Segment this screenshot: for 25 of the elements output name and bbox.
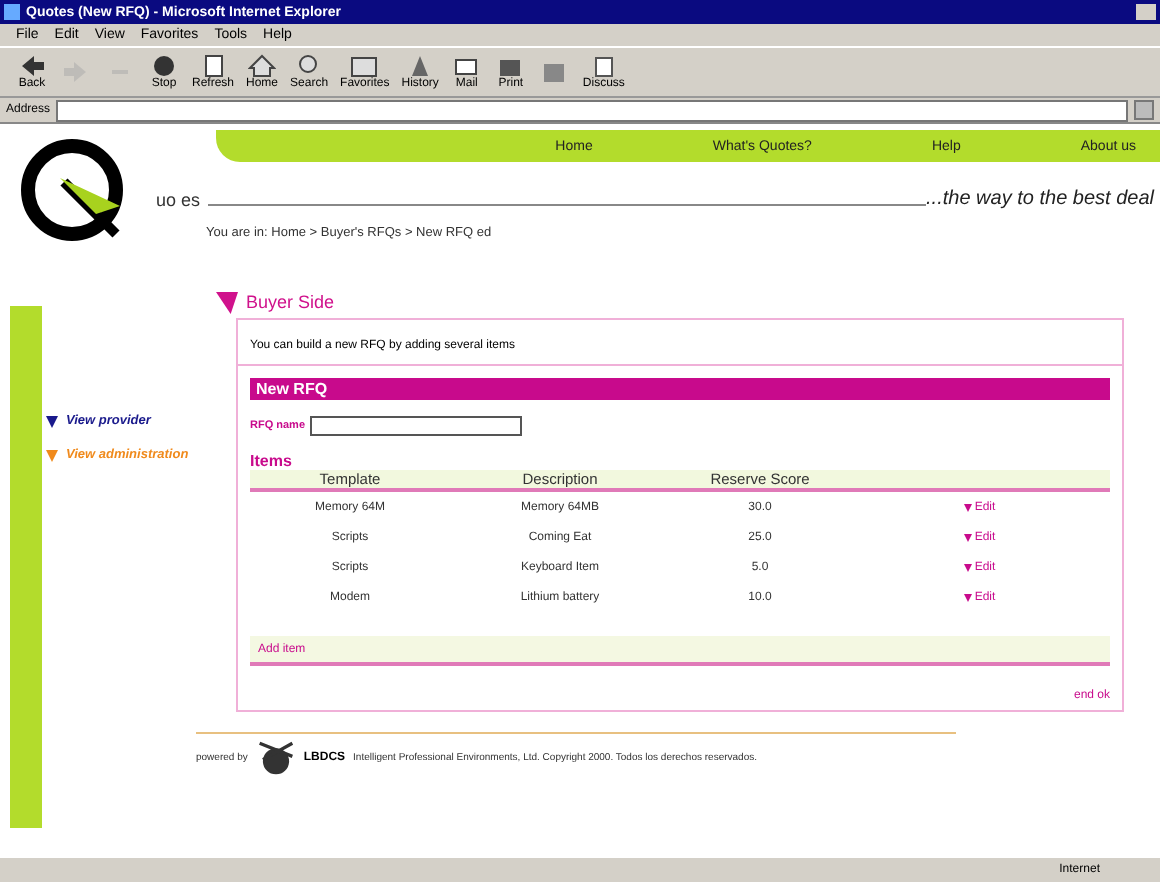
browser-icon [4, 4, 20, 20]
toolbar-icon [540, 60, 569, 84]
triangle-icon [216, 291, 238, 313]
form-title: New RFQ [250, 378, 1110, 400]
items-title: Items [250, 452, 294, 470]
toolbar-icon [589, 54, 618, 78]
printer-icon [496, 54, 525, 78]
toolbar-icon [199, 54, 227, 78]
arrow-icon [18, 54, 46, 78]
rfq-name-field[interactable] [309, 416, 522, 436]
company-logo-icon [255, 740, 296, 776]
tagline: ...the way to the best deal [926, 188, 1157, 210]
triangle-icon [964, 563, 973, 571]
triangle-icon [46, 415, 58, 427]
logo-text: uo es [156, 190, 201, 210]
triangle-icon [964, 503, 973, 511]
address-field[interactable] [56, 99, 1128, 121]
toolbar-icon [150, 54, 178, 78]
home-icon [248, 54, 277, 78]
triangle-icon [46, 449, 58, 461]
triangle-icon [964, 593, 973, 601]
triangle-icon [964, 533, 973, 541]
section-title: Buyer Side [246, 292, 335, 312]
toolbar-icon [350, 54, 379, 78]
envelope-icon [452, 54, 481, 78]
